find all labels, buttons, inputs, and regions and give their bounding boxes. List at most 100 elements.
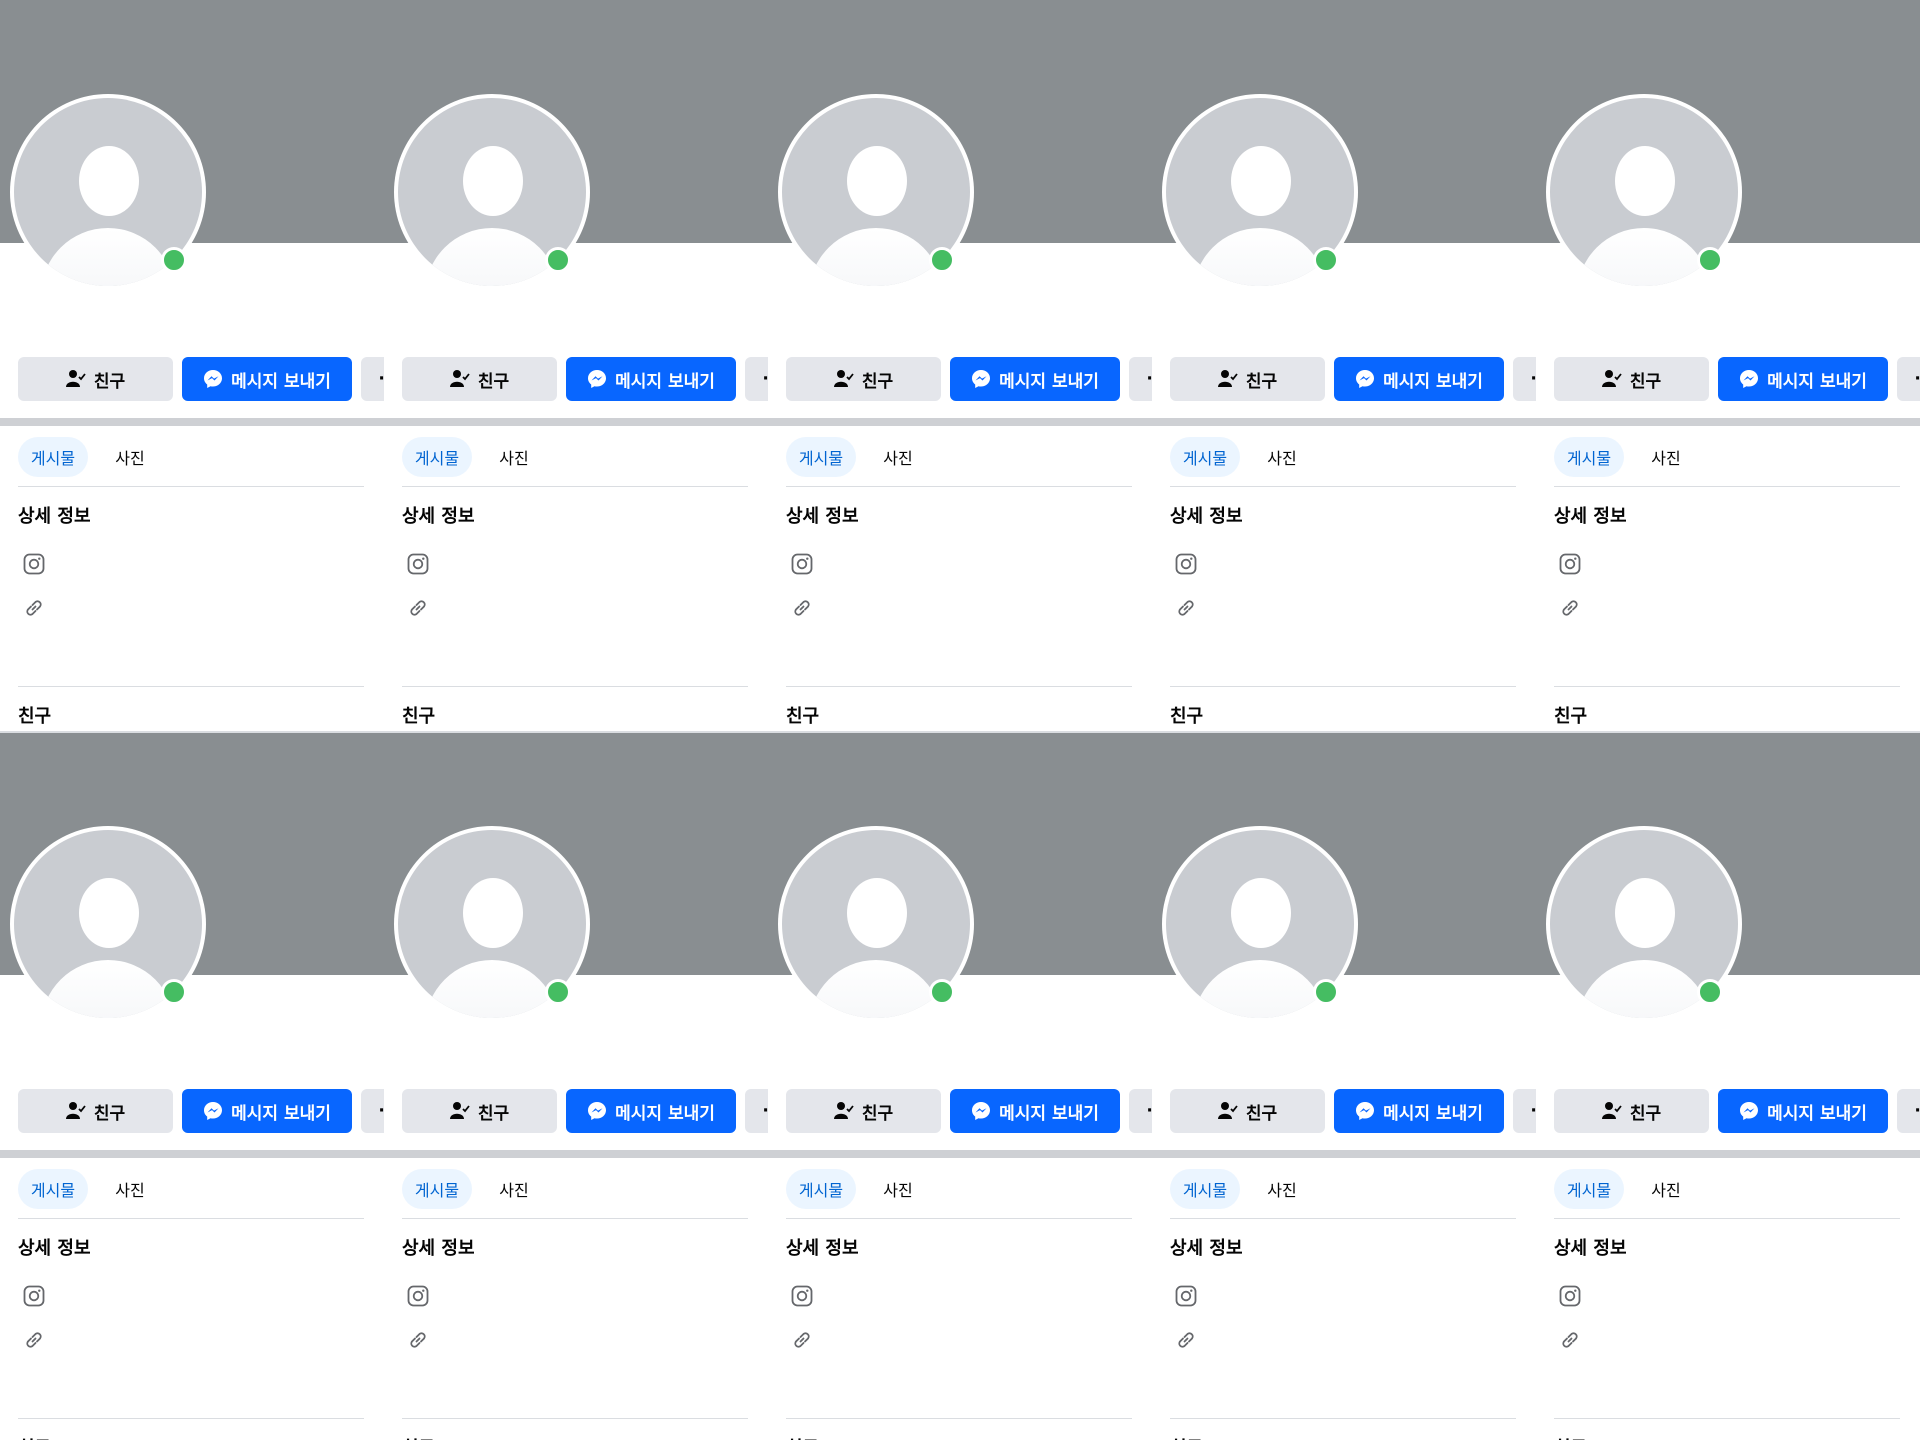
tabs-divider — [402, 486, 748, 487]
tab-photos[interactable]: 사진 — [100, 1169, 160, 1209]
tab-posts[interactable]: 게시물 — [1554, 437, 1624, 477]
link-icon[interactable] — [406, 596, 430, 620]
more-button[interactable]: ··· — [1513, 357, 1536, 401]
instagram-icon[interactable] — [1174, 552, 1198, 576]
tab-photos[interactable]: 사진 — [1252, 1169, 1312, 1209]
more-button[interactable]: ··· — [1129, 357, 1152, 401]
link-icon[interactable] — [790, 1328, 814, 1352]
avatar-head — [79, 146, 139, 216]
instagram-icon[interactable] — [406, 1284, 430, 1308]
more-button[interactable]: ··· — [361, 1089, 384, 1133]
link-icon[interactable] — [406, 1328, 430, 1352]
tabs-divider — [402, 1218, 748, 1219]
link-icon[interactable] — [22, 596, 46, 620]
instagram-icon[interactable] — [790, 1284, 814, 1308]
friend-check-icon — [1217, 369, 1238, 389]
details-title: 상세 정보 — [1170, 1238, 1243, 1259]
profile-grid: 친구 메시지 보내기 ··· 게시물 사진 상세 정보 — [0, 0, 1920, 1440]
tab-photos[interactable]: 사진 — [1636, 1169, 1696, 1209]
send-message-button[interactable]: 메시지 보내기 — [950, 1089, 1120, 1133]
tab-photos[interactable]: 사진 — [1636, 437, 1696, 477]
tab-photos[interactable]: 사진 — [484, 437, 544, 477]
tab-posts[interactable]: 게시물 — [18, 437, 88, 477]
send-message-label: 메시지 보내기 — [1767, 1103, 1867, 1124]
link-icon[interactable] — [1174, 596, 1198, 620]
tab-posts[interactable]: 게시물 — [1170, 1169, 1240, 1209]
send-message-button[interactable]: 메시지 보내기 — [182, 1089, 352, 1133]
tab-photos[interactable]: 사진 — [100, 437, 160, 477]
profile-card: 친구 메시지 보내기 ··· 게시물 사진 상세 정보 — [1152, 732, 1536, 1440]
tab-posts[interactable]: 게시물 — [1170, 437, 1240, 477]
send-message-button[interactable]: 메시지 보내기 — [1718, 1089, 1888, 1133]
instagram-icon[interactable] — [406, 552, 430, 576]
friend-button[interactable]: 친구 — [1170, 1089, 1325, 1133]
friends-title: 친구 — [18, 1434, 51, 1440]
link-icon[interactable] — [1174, 1328, 1198, 1352]
friend-button[interactable]: 친구 — [402, 357, 557, 401]
friend-check-icon — [1601, 369, 1622, 389]
profile-card: 친구 메시지 보내기 ··· 게시물 사진 상세 정보 — [0, 0, 384, 732]
send-message-button[interactable]: 메시지 보내기 — [950, 357, 1120, 401]
send-message-button[interactable]: 메시지 보내기 — [182, 357, 352, 401]
send-message-button[interactable]: 메시지 보내기 — [1334, 357, 1504, 401]
tab-posts[interactable]: 게시물 — [786, 437, 856, 477]
profile-card: 친구 메시지 보내기 ··· 게시물 사진 상세 정보 — [768, 0, 1152, 732]
friend-button[interactable]: 친구 — [786, 1089, 941, 1133]
more-button[interactable]: ··· — [1897, 1089, 1920, 1133]
more-button[interactable]: ··· — [361, 357, 384, 401]
send-message-label: 메시지 보내기 — [231, 371, 331, 392]
more-button[interactable]: ··· — [745, 1089, 768, 1133]
instagram-icon[interactable] — [1174, 1284, 1198, 1308]
tab-posts[interactable]: 게시물 — [402, 1169, 472, 1209]
messenger-icon — [1739, 369, 1759, 389]
details-title: 상세 정보 — [402, 1238, 475, 1259]
tab-posts[interactable]: 게시물 — [786, 1169, 856, 1209]
friend-button[interactable]: 친구 — [18, 357, 173, 401]
profile-card: 친구 메시지 보내기 ··· 게시물 사진 상세 정보 — [1536, 0, 1920, 732]
profile-tabs: 게시물 사진 — [18, 434, 364, 480]
avatar-body — [1193, 960, 1327, 1018]
send-message-button[interactable]: 메시지 보내기 — [1718, 357, 1888, 401]
messenger-icon — [203, 1101, 223, 1121]
link-icon[interactable] — [1558, 1328, 1582, 1352]
tab-photos[interactable]: 사진 — [868, 1169, 928, 1209]
tab-posts[interactable]: 게시물 — [1554, 1169, 1624, 1209]
send-message-button[interactable]: 메시지 보내기 — [566, 357, 736, 401]
tabs-divider — [1170, 486, 1516, 487]
tab-photos[interactable]: 사진 — [868, 437, 928, 477]
instagram-icon[interactable] — [22, 1284, 46, 1308]
link-icon[interactable] — [22, 1328, 46, 1352]
send-message-label: 메시지 보내기 — [615, 371, 715, 392]
friend-button[interactable]: 친구 — [1554, 357, 1709, 401]
friend-button[interactable]: 친구 — [402, 1089, 557, 1133]
more-button[interactable]: ··· — [745, 357, 768, 401]
avatar-body — [41, 228, 175, 286]
tab-photos[interactable]: 사진 — [484, 1169, 544, 1209]
more-button[interactable]: ··· — [1513, 1089, 1536, 1133]
friend-button[interactable]: 친구 — [786, 357, 941, 401]
friend-button[interactable]: 친구 — [1554, 1089, 1709, 1133]
instagram-icon[interactable] — [1558, 552, 1582, 576]
profile-tabs: 게시물 사진 — [18, 1166, 364, 1212]
section-separator — [1536, 1150, 1920, 1158]
instagram-icon[interactable] — [22, 552, 46, 576]
friend-button[interactable]: 친구 — [1170, 357, 1325, 401]
avatar-body — [41, 960, 175, 1018]
friends-title: 친구 — [786, 706, 820, 727]
instagram-icon[interactable] — [790, 552, 814, 576]
link-icon[interactable] — [1558, 596, 1582, 620]
friend-button-label: 친구 — [1629, 1103, 1662, 1124]
send-message-button[interactable]: 메시지 보내기 — [1334, 1089, 1504, 1133]
instagram-icon[interactable] — [1558, 1284, 1582, 1308]
tab-posts[interactable]: 게시물 — [18, 1169, 88, 1209]
section-separator — [1152, 418, 1536, 426]
more-button[interactable]: ··· — [1897, 357, 1920, 401]
tab-posts[interactable]: 게시물 — [402, 437, 472, 477]
details-title: 상세 정보 — [1554, 506, 1627, 527]
messenger-icon — [971, 369, 991, 389]
tab-photos[interactable]: 사진 — [1252, 437, 1312, 477]
more-button[interactable]: ··· — [1129, 1089, 1152, 1133]
link-icon[interactable] — [790, 596, 814, 620]
friend-button[interactable]: 친구 — [18, 1089, 173, 1133]
send-message-button[interactable]: 메시지 보내기 — [566, 1089, 736, 1133]
